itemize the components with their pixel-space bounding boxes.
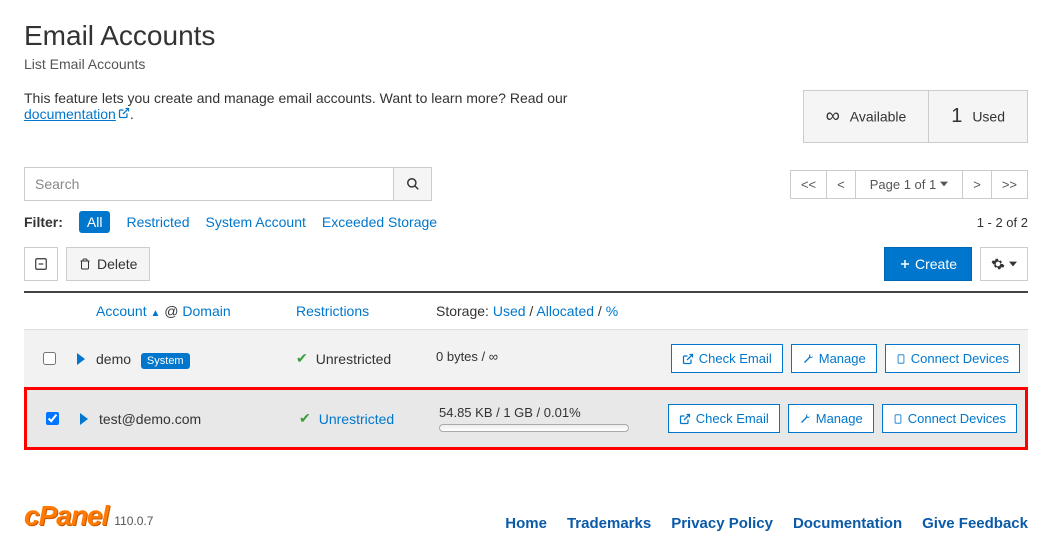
col-account-sort[interactable]: Account ▲ [96,303,160,319]
check-icon: ✔ [296,350,308,367]
pager-last[interactable]: >> [992,170,1028,199]
col-domain-sort[interactable]: Domain [182,303,230,319]
row-checkbox[interactable] [43,352,56,365]
col-pct-sort[interactable]: % [606,303,618,319]
mobile-icon [896,352,906,366]
documentation-link-text: documentation [24,106,116,122]
filter-all[interactable]: All [79,211,111,233]
restriction-text: Unrestricted [316,351,391,367]
available-count: ∞ [826,105,840,127]
check-email-button[interactable]: Check Email [668,404,780,433]
storage-text: 0 bytes / ∞ [436,349,670,364]
connect-label: Connect Devices [911,351,1009,366]
gear-icon [991,257,1005,271]
select-all-toggle[interactable] [24,247,58,281]
mobile-icon [893,412,903,426]
version-text: 110.0.7 [114,514,153,528]
footer-link-trademarks[interactable]: Trademarks [567,515,651,532]
manage-button[interactable]: Manage [791,344,877,373]
storage-progress [439,424,629,432]
account-name: demo [96,351,131,367]
table-row: demo System ✔ Unrestricted 0 bytes / ∞ C… [24,329,1028,387]
minus-square-icon [34,257,48,271]
check-email-label: Check Email [696,411,769,426]
check-email-label: Check Email [699,351,772,366]
intro-text: This feature lets you create and manage … [24,90,644,122]
connect-label: Connect Devices [908,411,1006,426]
external-icon [679,413,691,425]
used-count: 1 [951,105,962,127]
caret-down-icon [940,180,948,188]
col-restrictions-sort[interactable]: Restrictions [296,303,369,319]
pager-prev[interactable]: < [827,170,856,199]
search-icon [406,177,420,191]
chevron-right-icon [76,353,86,365]
search-button[interactable] [394,167,432,201]
filter-restricted[interactable]: Restricted [126,214,189,230]
plus-icon [899,258,911,270]
footer-link-home[interactable]: Home [505,515,547,532]
col-storage-label: Storage: [436,303,489,319]
result-count: 1 - 2 of 2 [977,215,1028,230]
connect-devices-button[interactable]: Connect Devices [885,344,1020,373]
system-badge: System [141,353,190,369]
col-allocated-sort[interactable]: Allocated [536,303,594,319]
intro-text-prefix: This feature lets you create and manage … [24,90,567,106]
restriction-link[interactable]: Unrestricted [319,411,394,427]
stats-box: ∞ Available 1 Used [803,90,1028,143]
sep1: / [526,303,537,319]
check-icon: ✔ [299,410,311,427]
create-button[interactable]: Create [884,247,972,281]
available-label: Available [850,109,907,125]
pager-label: Page 1 of 1 [870,177,937,192]
expand-toggle[interactable] [76,353,86,365]
footer-link-privacy[interactable]: Privacy Policy [671,515,773,532]
filter-system-account[interactable]: System Account [205,214,305,230]
row-checkbox[interactable] [46,412,59,425]
sort-asc-icon: ▲ [150,308,160,319]
expand-toggle[interactable] [79,413,89,425]
col-used-sort[interactable]: Used [493,303,526,319]
pager-first[interactable]: << [790,170,827,199]
connect-devices-button[interactable]: Connect Devices [882,404,1017,433]
delete-button[interactable]: Delete [66,247,150,281]
intro-period: . [130,106,134,122]
page-title: Email Accounts [24,20,1028,52]
sep2: / [594,303,606,319]
search-input[interactable] [24,167,394,201]
filter-label: Filter: [24,214,63,230]
col-at: @ [164,303,178,319]
footer-link-documentation[interactable]: Documentation [793,515,902,532]
pager-page-select[interactable]: Page 1 of 1 [856,170,964,199]
settings-button[interactable] [980,247,1028,281]
manage-label: Manage [819,351,866,366]
filter-exceeded-storage[interactable]: Exceeded Storage [322,214,437,230]
used-label: Used [972,109,1005,125]
page-subtitle: List Email Accounts [24,56,1028,72]
delete-label: Delete [97,256,137,272]
wrench-icon [802,353,814,365]
manage-label: Manage [816,411,863,426]
storage-text: 54.85 KB / 1 GB / 0.01% [439,405,667,420]
account-name: test@demo.com [99,411,201,427]
stats-available: ∞ Available [804,91,929,142]
check-email-button[interactable]: Check Email [671,344,783,373]
external-link-icon [118,107,130,119]
external-icon [682,353,694,365]
pager-next[interactable]: > [963,170,992,199]
cpanel-logo: cPanel [24,500,108,531]
documentation-link[interactable]: documentation [24,106,130,122]
wrench-icon [799,413,811,425]
manage-button[interactable]: Manage [788,404,874,433]
footer-link-feedback[interactable]: Give Feedback [922,515,1028,532]
table-row: test@demo.com ✔ Unrestricted 54.85 KB / … [24,387,1028,450]
trash-icon [79,257,91,271]
stats-used: 1 Used [928,91,1027,142]
pager: << < Page 1 of 1 > >> [790,170,1028,199]
chevron-right-icon [79,413,89,425]
create-label: Create [915,256,957,272]
caret-down-icon [1009,260,1017,268]
